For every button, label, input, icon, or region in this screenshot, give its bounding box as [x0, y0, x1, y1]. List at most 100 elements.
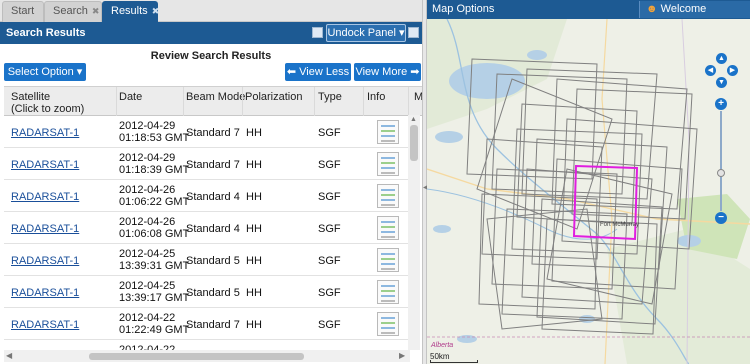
lake: [435, 131, 463, 143]
document-line: [381, 130, 395, 132]
document-line: [381, 268, 395, 270]
filter-icon[interactable]: [312, 27, 323, 38]
close-icon[interactable]: ✖: [92, 6, 100, 16]
table-row[interactable]: RADARSAT-1 2012-04-22 01:22:49 GMT Standard…: [4, 308, 409, 340]
document-line: [381, 167, 395, 169]
col-m[interactable]: M: [414, 91, 422, 103]
tab-start[interactable]: Start: [2, 1, 44, 22]
close-icon[interactable]: ✖: [152, 6, 160, 16]
tab-search[interactable]: Search ✖: [44, 1, 102, 22]
zoom-in-button[interactable]: +: [715, 98, 727, 110]
results-header: Search Results Undock Panel ▾: [0, 22, 422, 44]
document-icon[interactable]: [377, 312, 399, 336]
date-value: 2012-04-25: [119, 280, 176, 292]
date-value: 2012-04-26: [119, 184, 176, 196]
document-line: [381, 231, 395, 233]
horizontal-scroll-thumb[interactable]: [89, 353, 304, 360]
scroll-left-icon[interactable]: ◀: [6, 351, 12, 360]
lake: [527, 50, 547, 60]
undock-label: Undock Panel: [327, 27, 396, 39]
date-value: 2012-04-25: [119, 248, 176, 260]
document-line: [381, 194, 395, 196]
zoom-slider-track[interactable]: [720, 111, 722, 211]
table-row[interactable]: RADARSAT-1 2012-04-29 01:18:39 GMT Standard…: [4, 148, 409, 180]
tab-results-label: Results: [111, 5, 148, 17]
polarization-cell: HH: [246, 191, 262, 203]
col-satellite[interactable]: Satellite (Click to zoom): [11, 91, 84, 115]
time-value: 01:22:49 GMT: [119, 324, 190, 336]
document-icon[interactable]: [377, 152, 399, 176]
vertical-scroll-thumb[interactable]: [410, 125, 418, 161]
table-row[interactable]: RADARSAT-1 2012-04-25 13:39:17 GMT Standard…: [4, 276, 409, 308]
col-type[interactable]: Type: [318, 91, 342, 103]
satellite-link[interactable]: RADARSAT-1: [11, 255, 79, 267]
horizontal-scrollbar[interactable]: ◀ ▶: [4, 350, 410, 362]
table-row[interactable]: 2012-04-22: [4, 340, 409, 350]
date-cell: 2012-04-29 01:18:53 GMT: [119, 120, 189, 144]
table-row[interactable]: RADARSAT-1 2012-04-26 01:06:22 GMT Standard…: [4, 180, 409, 212]
undock-panel-button[interactable]: Undock Panel ▾: [326, 24, 406, 42]
polarization-cell: HH: [246, 159, 262, 171]
lake: [579, 315, 595, 323]
document-line: [381, 322, 395, 324]
panel-title: Search Results: [6, 27, 86, 39]
settings-icon[interactable]: [408, 27, 419, 38]
select-option-button[interactable]: Select Option ▾: [4, 63, 86, 81]
table-header: Satellite (Click to zoom) Date Beam Mode…: [4, 87, 422, 116]
tab-results[interactable]: Results ✖: [102, 1, 160, 22]
beam-mode-cell: Standard 7: [186, 319, 240, 331]
table-row[interactable]: RADARSAT-1 2012-04-25 13:39:31 GMT Standard…: [4, 244, 409, 276]
document-icon[interactable]: [377, 216, 399, 240]
results-table: Satellite (Click to zoom) Date Beam Mode…: [4, 86, 422, 350]
document-icon[interactable]: [377, 248, 399, 272]
view-less-button[interactable]: ⬅ View Less: [285, 63, 351, 81]
zoom-out-button[interactable]: −: [715, 212, 727, 224]
pan-down-button[interactable]: ▼: [716, 77, 727, 88]
map-panel[interactable]: Map Options ☻ Welcome Cameron ▾ F: [427, 0, 750, 364]
col-info[interactable]: Info: [367, 91, 385, 103]
date-value: 2012-04-29: [119, 152, 176, 164]
col-beam-mode[interactable]: Beam Mode: [186, 91, 245, 103]
satellite-link[interactable]: RADARSAT-1: [11, 159, 79, 171]
pan-left-button[interactable]: ◀: [705, 65, 716, 76]
satellite-link[interactable]: RADARSAT-1: [11, 127, 79, 139]
scroll-up-icon[interactable]: ▲: [410, 116, 417, 123]
satellite-link[interactable]: RADARSAT-1: [11, 223, 79, 235]
map-options-menu[interactable]: Map Options: [432, 3, 494, 15]
scroll-right-icon[interactable]: ▶: [399, 351, 405, 360]
beam-mode-cell: Standard 7: [186, 127, 240, 139]
polarization-cell: HH: [246, 319, 262, 331]
document-line: [381, 285, 395, 287]
type-cell: SGF: [318, 223, 341, 235]
document-line: [381, 253, 395, 255]
polarization-cell: HH: [246, 127, 262, 139]
col-polarization[interactable]: Polarization: [245, 91, 302, 103]
satellite-link[interactable]: RADARSAT-1: [11, 191, 79, 203]
zoom-slider-handle[interactable]: [717, 169, 725, 177]
document-line: [381, 327, 395, 329]
satellite-link[interactable]: RADARSAT-1: [11, 287, 79, 299]
document-icon[interactable]: [377, 184, 399, 208]
pan-right-button[interactable]: ▶: [727, 65, 738, 76]
col-date[interactable]: Date: [119, 91, 142, 103]
map-canvas[interactable]: [427, 19, 750, 364]
user-menu[interactable]: ☻ Welcome Cameron ▾: [639, 1, 750, 32]
review-title: Review Search Results: [150, 50, 272, 62]
lake: [433, 225, 451, 233]
document-icon[interactable]: [377, 120, 399, 144]
date-cell: 2012-04-26 01:06:08 GMT: [119, 216, 189, 240]
document-line: [381, 125, 395, 127]
document-line: [381, 290, 395, 292]
view-more-button[interactable]: View More ➡: [354, 63, 421, 81]
satellite-link[interactable]: RADARSAT-1: [11, 319, 79, 331]
document-icon[interactable]: [377, 280, 399, 304]
table-row[interactable]: RADARSAT-1 2012-04-29 01:18:53 GMT Standard…: [4, 116, 409, 148]
document-line: [381, 258, 395, 260]
results-panel: Start Search ✖ Results ✖ Search Results Un…: [0, 0, 422, 364]
view-less-label: View Less: [299, 66, 350, 78]
tab-bar: Start Search ✖ Results ✖: [0, 0, 422, 22]
vertical-scrollbar[interactable]: ▲: [408, 115, 420, 350]
pan-up-button[interactable]: ▲: [716, 53, 727, 64]
document-line: [381, 157, 395, 159]
table-row[interactable]: RADARSAT-1 2012-04-26 01:06:08 GMT Standard…: [4, 212, 409, 244]
